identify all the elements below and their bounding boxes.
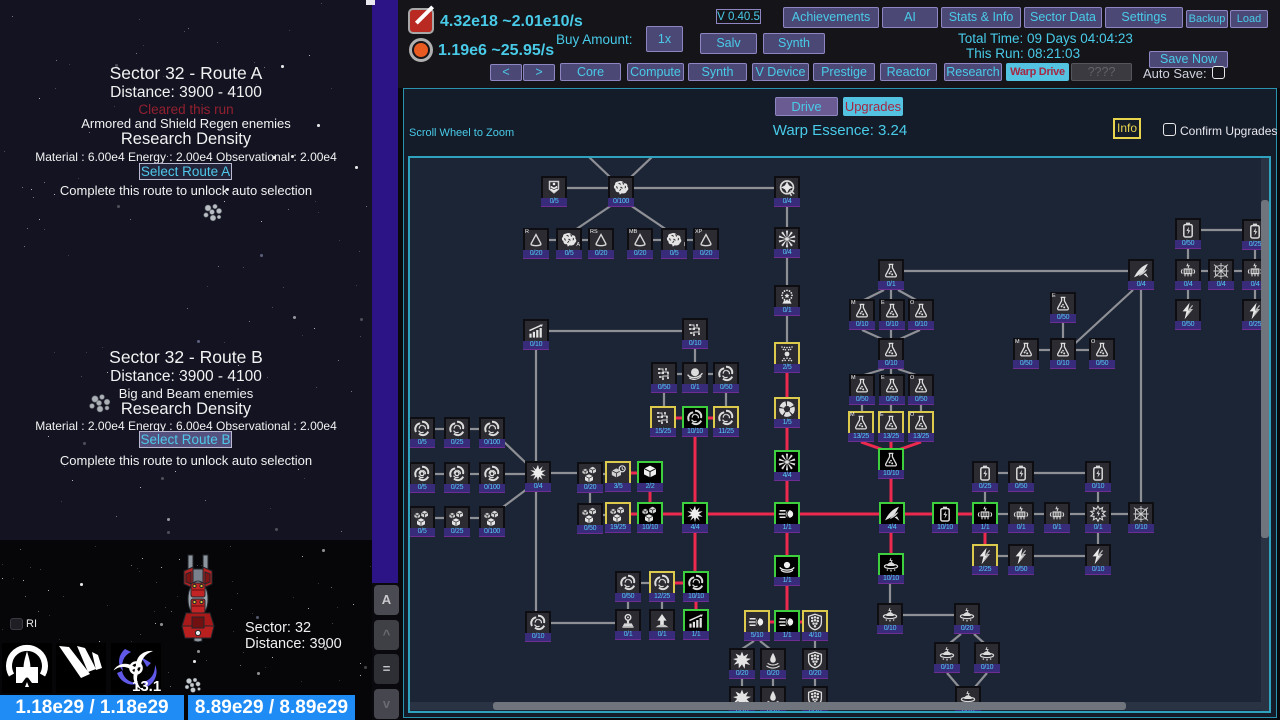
svg-text:13.1: 13.1 bbox=[132, 678, 161, 693]
